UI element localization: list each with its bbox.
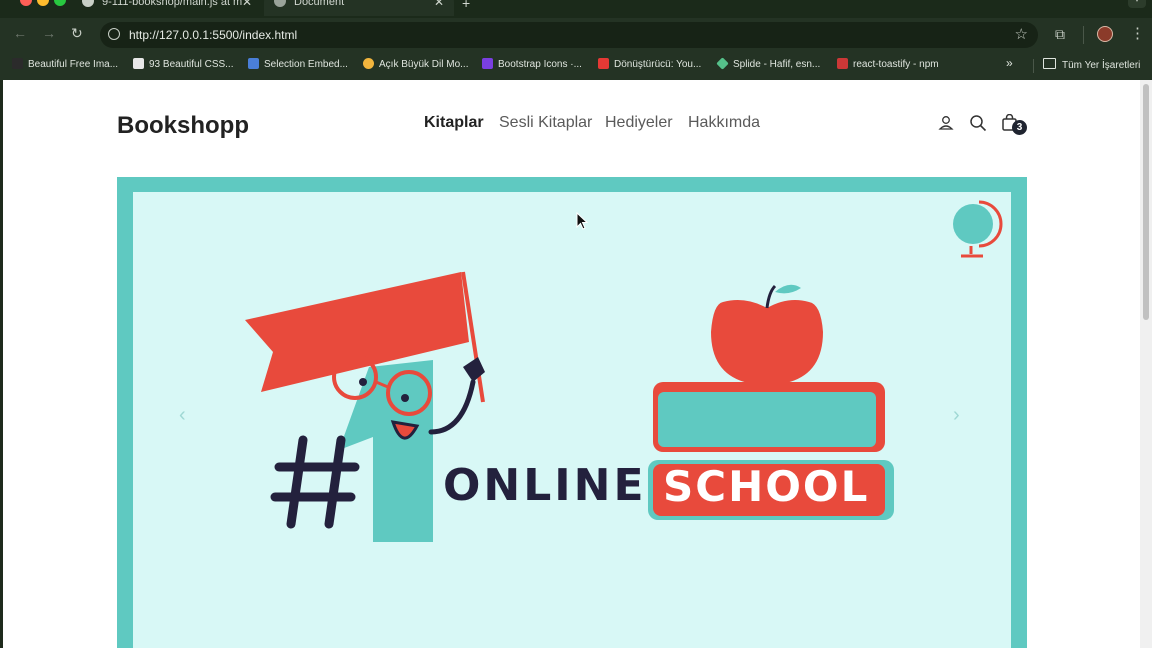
nav-kitaplar[interactable]: Kitaplar <box>424 114 484 132</box>
scrollbar-thumb[interactable] <box>1143 84 1149 320</box>
address-bar[interactable]: http://127.0.0.1:5500/index.html ☆ <box>100 22 1038 48</box>
user-icon[interactable] <box>938 114 954 132</box>
browser-tab-document[interactable]: Document ✕ <box>264 0 454 16</box>
mouse-cursor-icon <box>576 212 589 230</box>
hero-slide: ‹ › ONLINE SCHOOL <box>133 192 1011 648</box>
close-tab-icon[interactable]: ✕ <box>242 0 252 10</box>
bookmark-item[interactable]: Splide - Hafif, esn... <box>716 57 820 70</box>
bookmark-item[interactable]: Selection Embed... <box>248 58 348 70</box>
youtube-icon <box>598 58 609 69</box>
bookmark-item[interactable]: Dönüştürücü: You... <box>598 58 701 70</box>
number-one-figure <box>270 354 476 542</box>
browser-tab-github[interactable]: 9-111-bookshop/main.js at m ✕ <box>72 0 262 16</box>
bookmarks-divider <box>1033 59 1034 73</box>
nav-sesli-kitaplar[interactable]: Sesli Kitaplar <box>499 114 592 132</box>
bookmark-item[interactable]: 93 Beautiful CSS... <box>133 58 234 70</box>
tab-search-icon[interactable]: ▾ <box>1128 0 1146 8</box>
nav-hakkimda[interactable]: Hakkımda <box>688 114 760 132</box>
close-tab-icon[interactable]: ✕ <box>434 0 444 10</box>
url-text: http://127.0.0.1:5500/index.html <box>129 28 298 42</box>
tab-title: Document <box>294 0 345 8</box>
bookmarks-bar: Beautiful Free Ima... 93 Beautiful CSS..… <box>0 52 1152 80</box>
selection-icon <box>248 58 259 69</box>
github-icon <box>82 0 94 7</box>
minimize-window-button[interactable] <box>37 0 49 6</box>
search-icon[interactable] <box>969 114 987 132</box>
school-text: SCHOOL <box>663 462 870 511</box>
forward-icon[interactable]: → <box>42 25 56 41</box>
site-info-icon[interactable] <box>108 28 120 40</box>
back-icon[interactable]: ← <box>13 25 27 41</box>
more-menu-icon[interactable]: ⋮ <box>1130 24 1145 42</box>
bookmark-item[interactable]: Bootstrap Icons ·... <box>482 58 582 70</box>
cart-count-badge: 3 <box>1012 120 1027 135</box>
online-school-illustration <box>245 200 1003 542</box>
hero-banner: ‹ › ONLINE SCHOOL <box>117 177 1027 648</box>
bookmark-item[interactable]: Açık Büyük Dil Mo... <box>363 58 468 70</box>
extensions-icon[interactable]: ⧉ <box>1055 26 1065 43</box>
reload-icon[interactable]: ↻ <box>71 25 83 42</box>
splide-icon <box>716 57 729 70</box>
toolbar-divider <box>1083 26 1084 44</box>
more-bookmarks-button[interactable]: » <box>1006 56 1013 70</box>
page-scrollbar[interactable] <box>1140 80 1152 648</box>
browser-tab-strip: 9-111-bookshop/main.js at m ✕ Document ✕… <box>0 0 1152 18</box>
online-text: ONLINE <box>443 460 647 511</box>
image-icon <box>12 58 23 69</box>
browser-toolbar: ← → ↻ http://127.0.0.1:5500/index.html ☆… <box>0 18 1152 52</box>
folder-icon <box>1043 58 1056 69</box>
npm-icon <box>837 58 848 69</box>
close-window-button[interactable] <box>20 0 32 6</box>
bookmark-star-icon[interactable]: ☆ <box>1015 25 1028 43</box>
web-page: Bookshopp Kitaplar Sesli Kitaplar Hediye… <box>3 80 1140 648</box>
css-icon <box>133 58 144 69</box>
tab-title: 9-111-bookshop/main.js at m <box>102 0 243 8</box>
zoom-window-button[interactable] <box>54 0 66 6</box>
site-logo[interactable]: Bookshopp <box>117 112 249 140</box>
bookmark-item[interactable]: react-toastify - npm <box>837 58 939 70</box>
all-bookmarks-button[interactable]: Tüm Yer İşaretleri <box>1043 58 1140 71</box>
nav-hediyeler[interactable]: Hediyeler <box>605 114 673 132</box>
globe-icon <box>274 0 286 7</box>
ai-icon <box>363 58 374 69</box>
new-tab-button[interactable]: + <box>462 0 470 11</box>
bookmark-item[interactable]: Beautiful Free Ima... <box>12 58 118 70</box>
globe-icon <box>953 200 1003 258</box>
profile-avatar[interactable] <box>1097 26 1113 42</box>
bootstrap-icon <box>482 58 493 69</box>
apple-icon <box>711 284 823 384</box>
